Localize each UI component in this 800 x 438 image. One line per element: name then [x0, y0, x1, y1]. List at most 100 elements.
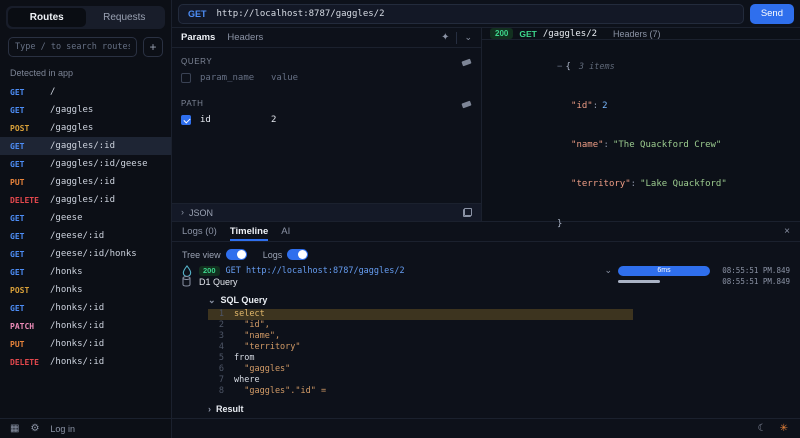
response-method-label: GET — [519, 29, 536, 39]
timestamp: 08:55:51 PM.849 — [716, 266, 790, 275]
close-icon[interactable]: × — [784, 226, 790, 237]
json-key: "territory" — [571, 179, 636, 189]
query-param-key-input[interactable] — [200, 73, 262, 83]
login-button[interactable]: Log in — [50, 424, 75, 434]
route-path-label: /honks — [50, 267, 83, 277]
request-link[interactable]: GET http://localhost:8787/gaggles/2 — [226, 266, 599, 276]
timeline-request-row[interactable]: 200 GET http://localhost:8787/gaggles/2 … — [172, 265, 800, 276]
database-icon — [182, 276, 193, 287]
timestamp: 08:55:51 PM.849 — [716, 277, 790, 286]
collapse-icon[interactable]: − — [557, 62, 562, 72]
json-value: "The Quackford Crew" — [613, 140, 721, 150]
routes-list: GET/GET/gagglesPOST/gagglesGET/gaggles/:… — [0, 83, 171, 418]
route-method-label: GET — [10, 250, 44, 259]
route-method-label: GET — [10, 142, 44, 151]
query-param-value-input[interactable] — [271, 73, 333, 83]
timeline-db-row[interactable]: D1 Query 08:55:51 PM.849 — [172, 276, 800, 287]
route-item[interactable]: GET/geese/:id/honks — [0, 245, 171, 263]
gear-icon[interactable]: ⚙ — [30, 423, 39, 434]
app-root: Routes Requests + Detected in app GET/GE… — [0, 0, 800, 438]
response-json-body: −{3 items "id"2 "name""The Quackford Cre… — [482, 40, 800, 252]
route-method-label: GET — [10, 214, 44, 223]
route-item[interactable]: GET/gaggles/:id — [0, 137, 171, 155]
timeline-panel: Logs (0) Timeline AI × Tree view Logs — [172, 222, 800, 418]
route-item[interactable]: GET/gaggles — [0, 101, 171, 119]
params-body: QUERY PATH — [172, 48, 481, 203]
route-item[interactable]: POST/gaggles — [0, 119, 171, 137]
magic-wand-icon[interactable]: ✦ — [441, 32, 449, 43]
tab-params[interactable]: Params — [181, 32, 215, 43]
request-bar: GET Send — [172, 0, 800, 28]
tab-routes[interactable]: Routes — [8, 8, 86, 27]
code-text: where — [234, 375, 260, 386]
route-item[interactable]: PUT/honks/:id — [0, 335, 171, 353]
logo-icon[interactable]: ✳ — [780, 423, 788, 434]
tab-logs[interactable]: Logs (0) — [182, 222, 217, 241]
route-method-label: PATCH — [10, 322, 44, 331]
copy-icon[interactable] — [463, 208, 472, 217]
route-search-input[interactable] — [8, 37, 137, 57]
tab-headers[interactable]: Headers — [227, 32, 263, 43]
timeline-tabs: Logs (0) Timeline AI × — [172, 222, 800, 242]
tab-ai[interactable]: AI — [281, 222, 290, 241]
sql-query-section-header[interactable]: ⌄ SQL Query — [208, 295, 800, 305]
url-input[interactable] — [217, 9, 734, 19]
route-method-label: GET — [10, 88, 44, 97]
db-query-label: D1 Query — [199, 277, 612, 287]
route-item[interactable]: GET/gaggles/:id/geese — [0, 155, 171, 173]
route-item[interactable]: GET/honks/:id — [0, 299, 171, 317]
query-param-checkbox[interactable] — [181, 73, 191, 83]
route-path-label: /honks/:id — [50, 321, 104, 331]
tree-view-toggle[interactable] — [226, 249, 247, 260]
route-item[interactable]: GET/geese — [0, 209, 171, 227]
route-path-label: /gaggles/:id — [50, 177, 115, 187]
route-item[interactable]: GET/honks — [0, 263, 171, 281]
route-item[interactable]: DELETE/gaggles/:id — [0, 191, 171, 209]
tab-response-headers[interactable]: Headers (7) — [613, 29, 661, 39]
response-header: 200 GET /gaggles/2 Headers (7) — [482, 28, 800, 40]
sql-code-line: 2 "id", — [208, 320, 633, 331]
sql-code-line: 1select — [208, 309, 633, 320]
line-number: 8 — [212, 386, 224, 397]
params-toolbar: ✦ ⌄ — [441, 32, 472, 44]
json-collapse-bar[interactable]: › JSON — [172, 203, 481, 221]
tab-timeline[interactable]: Timeline — [230, 222, 268, 241]
timeline-toggles: Tree view Logs — [172, 242, 800, 265]
grid-icon[interactable]: ▦ — [10, 423, 19, 434]
line-number: 3 — [212, 331, 224, 342]
response-path-label: /gaggles/2 — [543, 29, 597, 39]
clear-path-icon[interactable] — [462, 100, 472, 108]
add-route-button[interactable]: + — [143, 37, 163, 57]
code-text: "gaggles" — [234, 364, 290, 375]
request-method-select[interactable]: GET — [188, 9, 207, 19]
chevron-down-icon[interactable]: ⌄ — [464, 33, 472, 42]
route-method-label: PUT — [10, 178, 44, 187]
path-param-value-input[interactable] — [271, 115, 333, 125]
path-param-checkbox[interactable] — [181, 115, 191, 125]
send-button[interactable]: Send — [750, 4, 794, 24]
sidebar: Routes Requests + Detected in app GET/GE… — [0, 0, 172, 438]
route-item[interactable]: GET/geese/:id — [0, 227, 171, 245]
path-section-label: PATH — [181, 99, 204, 108]
items-count-hint: 3 items — [579, 62, 615, 72]
logs-toggle[interactable] — [287, 249, 308, 260]
route-path-label: /gaggles/:id — [50, 195, 115, 205]
route-item[interactable]: POST/honks — [0, 281, 171, 299]
route-item[interactable]: GET/ — [0, 83, 171, 101]
route-item[interactable]: PATCH/honks/:id — [0, 317, 171, 335]
route-method-label: GET — [10, 106, 44, 115]
response-status-badge: 200 — [490, 28, 513, 39]
clear-query-icon[interactable] — [462, 58, 472, 66]
moon-icon[interactable]: ☾ — [758, 423, 767, 434]
route-item[interactable]: DELETE/honks/:id — [0, 353, 171, 371]
path-param-key-input[interactable] — [200, 115, 262, 125]
tab-requests[interactable]: Requests — [86, 8, 164, 27]
chevron-down-icon[interactable]: ⌄ — [604, 265, 612, 276]
route-method-label: POST — [10, 286, 44, 295]
line-number: 5 — [212, 353, 224, 364]
result-section-header[interactable]: › Result — [208, 404, 800, 414]
route-method-label: GET — [10, 268, 44, 277]
line-number: 2 — [212, 320, 224, 331]
route-item[interactable]: PUT/gaggles/:id — [0, 173, 171, 191]
duration-gauge — [618, 280, 710, 283]
